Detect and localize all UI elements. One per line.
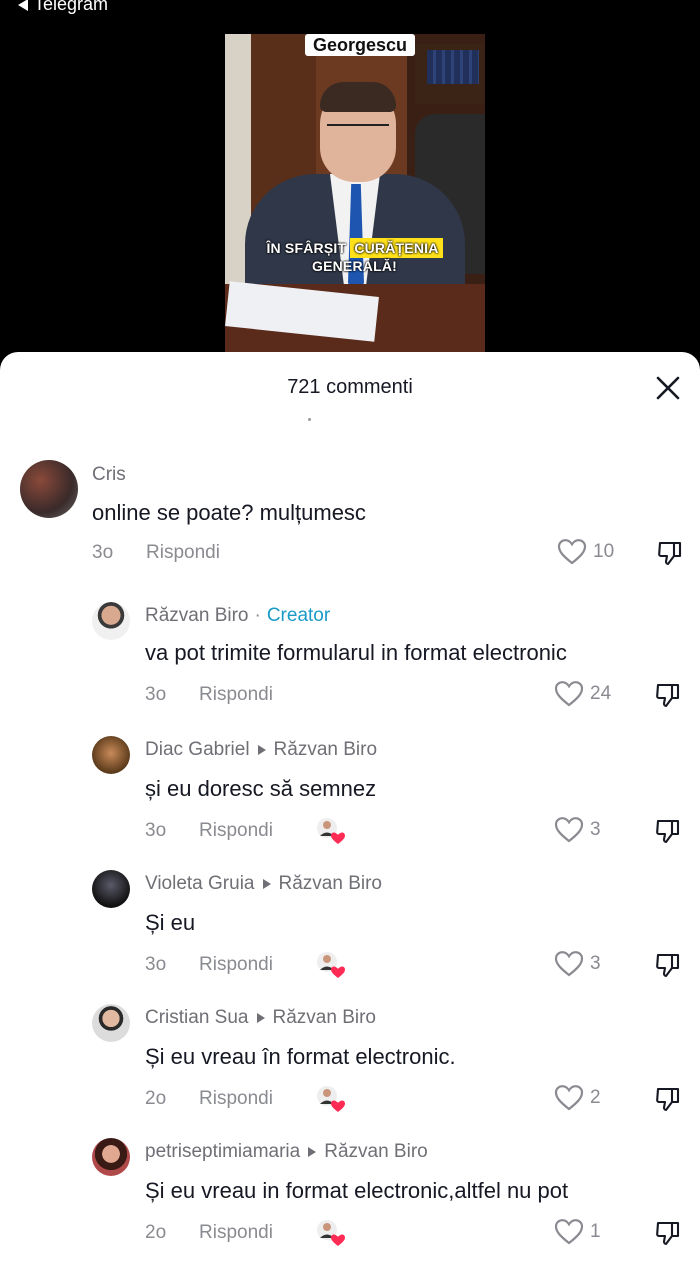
comments-count-title: 721 commenti	[287, 376, 413, 398]
avatar[interactable]	[92, 1004, 130, 1042]
dislike-icon[interactable]	[654, 817, 682, 845]
back-arrow-icon	[18, 0, 28, 11]
reply-arrow-icon	[308, 1147, 317, 1157]
reply-button[interactable]: Rispondi	[146, 542, 220, 564]
reply-to-username[interactable]: Răzvan Biro	[279, 873, 383, 895]
comment-username[interactable]: Violeta Gruia	[145, 873, 255, 895]
creator-liked-icon	[317, 818, 345, 844]
like-count: 2	[590, 1087, 601, 1108]
comment-text: și eu doresc să semnez	[145, 776, 377, 801]
creator-liked-icon	[317, 1220, 345, 1246]
comment-time: 3o	[145, 954, 167, 975]
reply-arrow-icon	[256, 1013, 265, 1023]
avatar[interactable]	[20, 460, 78, 518]
avatar[interactable]	[92, 602, 130, 640]
comment-time: 3o	[92, 542, 114, 563]
heart-icon	[554, 817, 584, 843]
like-button[interactable]: 3	[554, 816, 601, 844]
heart-icon	[554, 1219, 584, 1245]
video-name-tag: Georgescu	[305, 34, 416, 56]
reply-arrow-icon	[257, 745, 266, 755]
reply-button[interactable]: Rispondi	[199, 820, 273, 842]
reply-button[interactable]: Rispondi	[199, 684, 273, 706]
reply-to-username[interactable]: Răzvan Biro	[273, 1007, 377, 1029]
comment-text: va pot trimite formularul in format elec…	[145, 640, 567, 665]
like-button[interactable]: 10	[557, 538, 614, 566]
heart-icon	[554, 681, 584, 707]
close-icon[interactable]	[654, 374, 682, 402]
heart-icon	[554, 1085, 584, 1111]
dislike-icon[interactable]	[656, 539, 684, 567]
comment-text: Și eu vreau în format electronic.	[145, 1044, 456, 1069]
comment-username[interactable]: Cristian Sua	[145, 1007, 249, 1029]
like-count: 10	[593, 541, 615, 562]
heart-icon	[554, 951, 584, 977]
comment-time: 3o	[145, 820, 167, 841]
back-to-telegram[interactable]: Telegram	[18, 0, 108, 15]
like-button[interactable]: 1	[554, 1218, 601, 1246]
like-count: 24	[590, 683, 612, 704]
creator-badge: Creator	[266, 605, 331, 626]
comment-username[interactable]: Răzvan Biro	[145, 605, 249, 627]
comments-header: 721 commenti	[0, 352, 700, 426]
comment-text: Și eu	[145, 910, 196, 935]
reply-arrow-icon	[262, 879, 271, 889]
like-button[interactable]: 24	[554, 680, 611, 708]
creator-liked-icon	[317, 1086, 345, 1112]
video-preview[interactable]: Georgescu ÎN SFÂRȘIT CURĂȚENIA GENERALĂ!	[225, 34, 485, 354]
like-count: 3	[590, 953, 601, 974]
reply-button[interactable]: Rispondi	[199, 1088, 273, 1110]
comment-text: online se poate? mulțumesc	[92, 500, 366, 525]
comment-username[interactable]: Diac Gabriel	[145, 739, 250, 761]
comment-username[interactable]: Cris	[92, 464, 126, 486]
comments-panel: 721 commenti Cris online se poate? mulțu…	[0, 352, 700, 1280]
avatar[interactable]	[92, 736, 130, 774]
heart-icon	[557, 539, 587, 565]
reply-to-username[interactable]: Răzvan Biro	[274, 739, 378, 761]
reply-button[interactable]: Rispondi	[199, 1222, 273, 1244]
comment-time: 2o	[145, 1222, 167, 1243]
video-caption: ÎN SFÂRȘIT CURĂȚENIA GENERALĂ!	[247, 238, 462, 275]
dislike-icon[interactable]	[654, 951, 682, 979]
avatar[interactable]	[92, 1138, 130, 1176]
like-count: 1	[590, 1221, 601, 1242]
like-button[interactable]: 2	[554, 1084, 601, 1112]
comment-username[interactable]: petriseptimiamaria	[145, 1141, 300, 1163]
comment-text: Și eu vreau in format electronic,altfel …	[145, 1178, 569, 1203]
reply-button[interactable]: Rispondi	[199, 954, 273, 976]
creator-liked-icon	[317, 952, 345, 978]
dislike-icon[interactable]	[654, 681, 682, 709]
comment-time: 3o	[145, 684, 167, 705]
reply-to-username[interactable]: Răzvan Biro	[324, 1141, 428, 1163]
like-button[interactable]: 3	[554, 950, 601, 978]
like-count: 3	[590, 819, 601, 840]
comment-time: 2o	[145, 1088, 167, 1109]
avatar[interactable]	[92, 870, 130, 908]
dislike-icon[interactable]	[654, 1219, 682, 1247]
back-label: Telegram	[34, 0, 109, 14]
dislike-icon[interactable]	[654, 1085, 682, 1113]
